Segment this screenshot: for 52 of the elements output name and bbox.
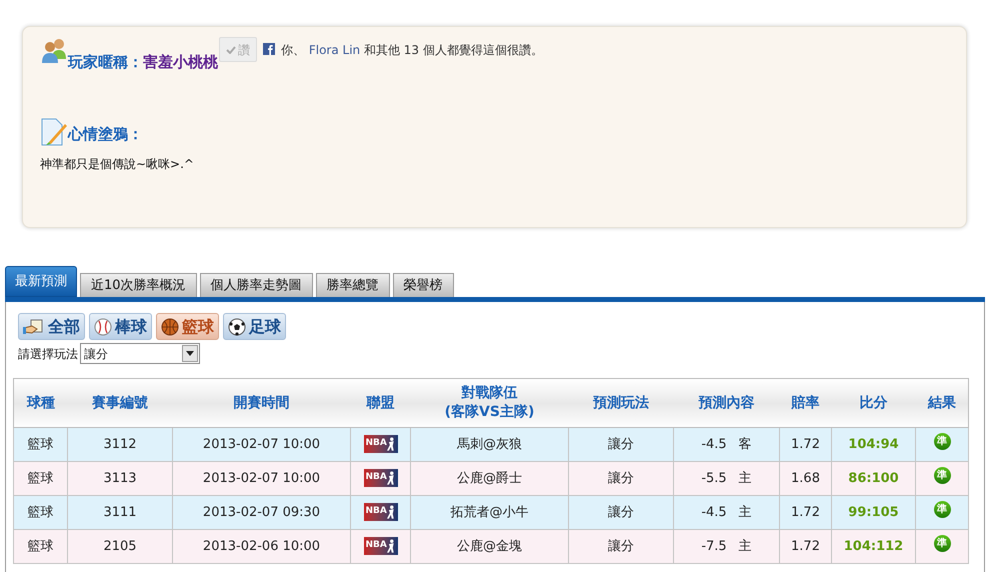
table-cell: 2105	[68, 530, 172, 564]
document-pencil-icon	[40, 118, 68, 146]
player-silhouette-icon	[386, 471, 394, 486]
table-cell: 籃球	[14, 530, 68, 564]
like-sentence: 你、 Flora Lin 和其他 13 個人都覺得這個很讚。	[281, 42, 543, 59]
league-logo: NBA	[364, 435, 398, 454]
play-select-label: 請選擇玩法	[18, 346, 78, 362]
tab[interactable]: 最新預測	[5, 266, 77, 297]
play-select[interactable]: 讓分	[80, 343, 200, 364]
player-silhouette-icon	[386, 539, 394, 554]
prediction-side: 客	[738, 436, 752, 452]
table-cell: 公鹿@金塊	[410, 530, 568, 564]
league-logo: NBA	[364, 503, 398, 522]
sport-button[interactable]: 棒球	[89, 313, 152, 340]
friend-link[interactable]: Flora Lin	[308, 43, 360, 57]
result-badge: 準	[934, 535, 950, 552]
hand-card-icon	[23, 318, 45, 334]
soccer-ball-icon	[228, 318, 246, 336]
users-icon	[40, 37, 68, 63]
result-badge: 準	[934, 501, 950, 518]
prediction-line: -5.5	[701, 470, 727, 486]
league-logo: NBA	[364, 469, 398, 488]
result-badge: 準	[934, 433, 950, 450]
check-icon	[226, 46, 236, 54]
prediction-side: 主	[738, 504, 752, 520]
sport-button[interactable]: 足球	[223, 313, 286, 340]
nickname-value: 害羞小桃桃	[143, 52, 218, 73]
prediction-line: -4.5	[701, 436, 727, 452]
sport-button[interactable]: 籃球	[156, 313, 219, 340]
prediction-line: -4.5	[701, 504, 727, 520]
league-logo: NBA	[364, 537, 398, 556]
table-cell: 1.72	[780, 530, 832, 564]
prediction-line: -7.5	[701, 538, 727, 554]
score-cell: 104:112	[832, 530, 916, 564]
prediction-side: 主	[738, 538, 752, 554]
prediction-side: 主	[738, 470, 752, 486]
basketball-icon	[161, 318, 179, 336]
baseball-icon	[94, 318, 112, 336]
result-badge: 準	[934, 467, 950, 484]
sport-button[interactable]: 全部	[18, 313, 85, 340]
tab[interactable]: 個人勝率走勢圖	[200, 273, 313, 297]
player-silhouette-icon	[386, 437, 394, 452]
tab[interactable]: 榮譽榜	[392, 273, 454, 297]
table-cell: 讓分	[568, 530, 674, 564]
tab[interactable]: 近10次勝率概況	[80, 273, 197, 297]
player-silhouette-icon	[386, 505, 394, 520]
nickname-label: 玩家暱稱：	[68, 52, 143, 73]
facebook-icon	[263, 43, 275, 55]
tab[interactable]: 勝率總覽	[316, 273, 390, 297]
mood-label: 心情塗鴉：	[68, 124, 143, 145]
table-cell: 2013-02-06 10:00	[172, 530, 350, 564]
mood-text: 神準都只是個傳說~啾咪>.^	[40, 156, 195, 172]
